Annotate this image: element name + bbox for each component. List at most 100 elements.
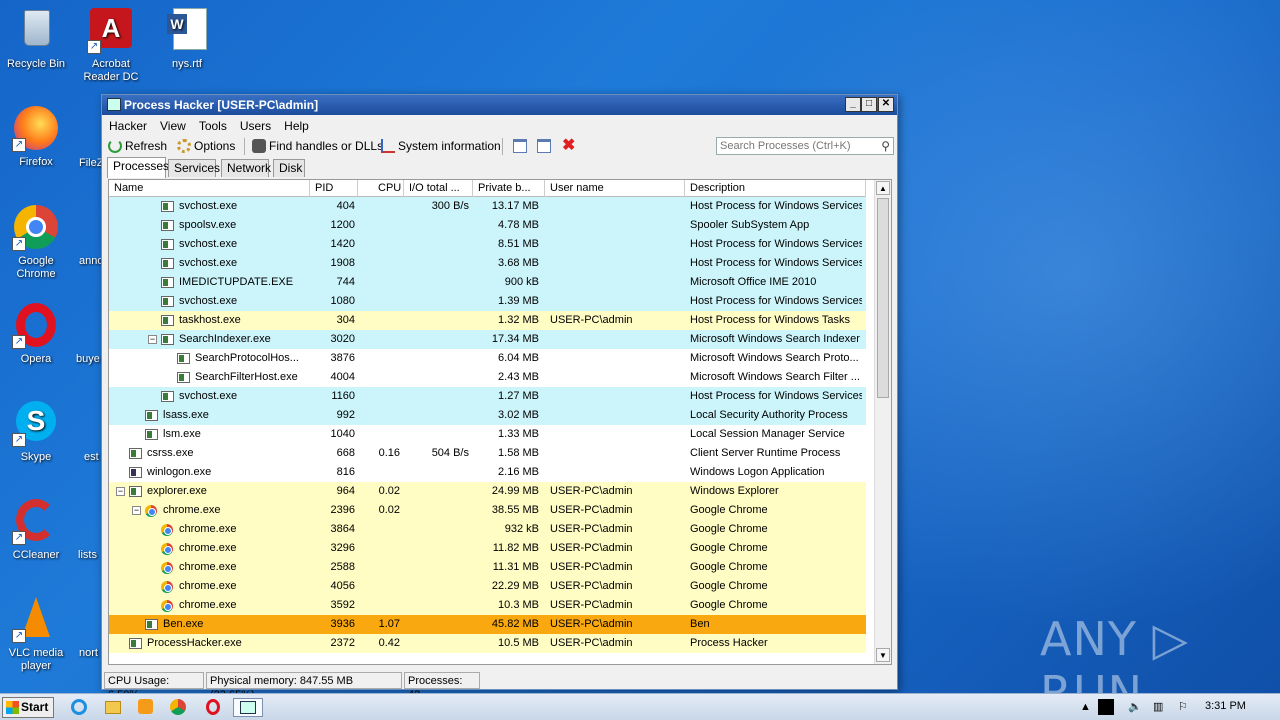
process-description: Microsoft Windows Search Indexer xyxy=(690,333,860,345)
menu-tools[interactable]: Tools xyxy=(192,115,233,133)
column-private-bytes[interactable]: Private b... xyxy=(473,180,545,197)
tab-disk[interactable]: Disk xyxy=(273,159,305,177)
find-handles-button[interactable]: Find handles or DLLs xyxy=(252,138,383,154)
desktop-icon-ccleaner[interactable]: ↗ CCleaner xyxy=(0,497,72,562)
action-center-flag-icon[interactable]: ⚐ xyxy=(1178,698,1188,716)
desktop-icon-acrobat[interactable]: A ↗ Acrobat Reader DC xyxy=(75,6,147,84)
column-pid[interactable]: PID xyxy=(310,180,358,197)
process-cpu xyxy=(359,235,400,254)
process-io-total: 300 B/s xyxy=(431,200,469,212)
minimize-button[interactable]: _ xyxy=(845,97,861,112)
taskbar-clock[interactable]: 3:31 PM xyxy=(1205,700,1246,712)
process-private-bytes: 1.33 MB xyxy=(498,428,539,440)
search-processes-input[interactable]: Search Processes (Ctrl+K) ⚲ xyxy=(716,137,894,155)
process-row[interactable]: csrss.exe 668 0.16 504 B/s 1.58 MB Client Ser… xyxy=(109,444,866,463)
process-row[interactable]: winlogon.exe 816 2.16 MB Windows Logon Appl… xyxy=(109,463,866,482)
collapse-toggle[interactable]: − xyxy=(132,506,141,515)
volume-icon[interactable]: 🔈 xyxy=(1128,698,1142,716)
process-io-total xyxy=(405,216,469,235)
process-row[interactable]: chrome.exe 3296 11.82 MB USER-PC\admin Googl… xyxy=(109,539,866,558)
process-row[interactable]: chrome.exe 3864 932 kB USER-PC\admin Google … xyxy=(109,520,866,539)
taskbar-process-hacker[interactable] xyxy=(233,698,263,717)
desktop-icon-firefox[interactable]: ↗ Firefox xyxy=(0,104,72,169)
column-name[interactable]: Name xyxy=(109,180,310,197)
desktop-icon-nys-rtf[interactable]: W nys.rtf xyxy=(151,6,223,71)
title-bar[interactable]: Process Hacker [USER-PC\admin] _ □ ✕ xyxy=(102,95,897,115)
tab-services[interactable]: Services xyxy=(168,159,220,177)
shortcut-arrow-icon: ↗ xyxy=(12,138,26,152)
process-private-bytes: 10.5 MB xyxy=(498,637,539,649)
maximize-button[interactable]: □ xyxy=(861,97,877,112)
terminal-tray-icon[interactable] xyxy=(1098,699,1114,715)
process-row[interactable]: lsm.exe 1040 1.33 MB Local Session Manager … xyxy=(109,425,866,444)
window-icon-button[interactable] xyxy=(513,138,529,154)
process-row[interactable]: chrome.exe 3592 10.3 MB USER-PC\admin Google… xyxy=(109,596,866,615)
taskbar-internet-explorer[interactable] xyxy=(70,698,90,717)
desktop-icon-google-chrome[interactable]: ↗ Google Chrome xyxy=(0,203,72,281)
process-pid: 964 xyxy=(336,485,355,497)
process-row[interactable]: − explorer.exe 964 0.02 24.99 MB USER-PC\admi… xyxy=(109,482,866,501)
menu-view[interactable]: View xyxy=(153,115,192,133)
process-row[interactable]: − SearchIndexer.exe 3020 17.34 MB Microsoft … xyxy=(109,330,866,349)
process-row[interactable]: chrome.exe 4056 22.29 MB USER-PC\admin Googl… xyxy=(109,577,866,596)
desktop-icon-opera[interactable]: ↗ Opera xyxy=(0,301,72,366)
close-button[interactable]: ✕ xyxy=(878,97,894,112)
process-row[interactable]: svchost.exe 1160 1.27 MB Host Process for W… xyxy=(109,387,866,406)
options-button[interactable]: Options xyxy=(177,138,235,154)
process-cpu xyxy=(359,368,400,387)
process-row[interactable]: SearchFilterHost.exe 4004 2.43 MB Microsoft… xyxy=(109,368,866,387)
process-row[interactable]: svchost.exe 404 300 B/s 13.17 MB Host Proces… xyxy=(109,197,866,216)
process-row[interactable]: Ben.exe 3936 1.07 45.82 MB USER-PC\admin Ben xyxy=(109,615,866,634)
process-row[interactable]: spoolsv.exe 1200 4.78 MB Spooler SubSystem … xyxy=(109,216,866,235)
process-row[interactable]: taskhost.exe 304 1.32 MB USER-PC\admin Host … xyxy=(109,311,866,330)
collapse-toggle[interactable]: − xyxy=(148,335,157,344)
process-row[interactable]: svchost.exe 1420 8.51 MB Host Process for W… xyxy=(109,235,866,254)
process-name: IMEDICTUPDATE.EXE xyxy=(179,276,294,288)
collapse-toggle[interactable]: − xyxy=(116,487,125,496)
process-row[interactable]: − chrome.exe 2396 0.02 38.55 MB USER-PC\admin… xyxy=(109,501,866,520)
tab-processes[interactable]: Processes xyxy=(107,157,169,178)
word-document-icon: W xyxy=(163,6,211,54)
refresh-button[interactable]: Refresh xyxy=(108,138,167,154)
start-button[interactable]: Start xyxy=(2,697,54,718)
taskbar-file-explorer[interactable] xyxy=(104,698,124,717)
desktop-icon-vlc[interactable]: ↗ VLC media player xyxy=(0,595,72,673)
taskbar-opera[interactable] xyxy=(204,698,224,717)
desktop-icon-skype[interactable]: S ↗ Skype xyxy=(0,399,72,464)
menu-help[interactable]: Help xyxy=(277,115,315,133)
column-cpu[interactable]: CPU xyxy=(358,180,404,197)
process-name-cell: Ben.exe xyxy=(109,615,310,634)
column-user-name[interactable]: User name xyxy=(545,180,685,197)
tab-network[interactable]: Network xyxy=(221,159,271,177)
terminate-button[interactable]: ✖ xyxy=(562,138,575,154)
scroll-down-button[interactable]: ▼ xyxy=(876,648,890,662)
column-io-total[interactable]: I/O total ... xyxy=(404,180,473,197)
process-icon xyxy=(129,638,142,649)
process-row[interactable]: svchost.exe 1080 1.39 MB Host Process for W… xyxy=(109,292,866,311)
show-hidden-icons-button[interactable]: ▲ xyxy=(1080,698,1091,716)
menu-users[interactable]: Users xyxy=(233,115,277,133)
desktop-icon-recycle-bin[interactable]: Recycle Bin xyxy=(0,6,72,71)
taskbar-chrome[interactable] xyxy=(169,698,189,717)
process-cpu xyxy=(359,216,400,235)
status-physical-memory: Physical memory: 847.55 MB (23.65%) xyxy=(206,672,402,701)
scroll-thumb[interactable] xyxy=(877,198,889,398)
process-row[interactable]: chrome.exe 2588 11.31 MB USER-PC\admin Googl… xyxy=(109,558,866,577)
go-to-window-button[interactable] xyxy=(537,138,553,154)
process-row[interactable]: svchost.exe 1908 3.68 MB Host Process for W… xyxy=(109,254,866,273)
menu-hacker[interactable]: Hacker xyxy=(102,115,153,133)
vertical-scrollbar[interactable]: ▲ ▼ xyxy=(874,180,891,664)
process-row[interactable]: ProcessHacker.exe 2372 0.42 10.5 MB USER-PC\… xyxy=(109,634,866,653)
process-row[interactable]: SearchProtocolHos... 3876 6.04 MB Microsoft… xyxy=(109,349,866,368)
process-pid: 2588 xyxy=(330,561,355,573)
process-row[interactable]: IMEDICTUPDATE.EXE 744 900 kB Microsoft Offi… xyxy=(109,273,866,292)
network-icon[interactable]: ▥ xyxy=(1153,698,1163,716)
taskbar-media-player[interactable] xyxy=(137,698,157,717)
process-private-bytes: 11.82 MB xyxy=(492,542,539,554)
system-information-button[interactable]: System information xyxy=(381,138,501,154)
process-name: SearchFilterHost.exe xyxy=(195,371,298,383)
scroll-up-button[interactable]: ▲ xyxy=(876,181,890,195)
process-row[interactable]: lsass.exe 992 3.02 MB Local Security Author… xyxy=(109,406,866,425)
vlc-icon: ↗ xyxy=(12,595,60,643)
column-description[interactable]: Description xyxy=(685,180,866,197)
